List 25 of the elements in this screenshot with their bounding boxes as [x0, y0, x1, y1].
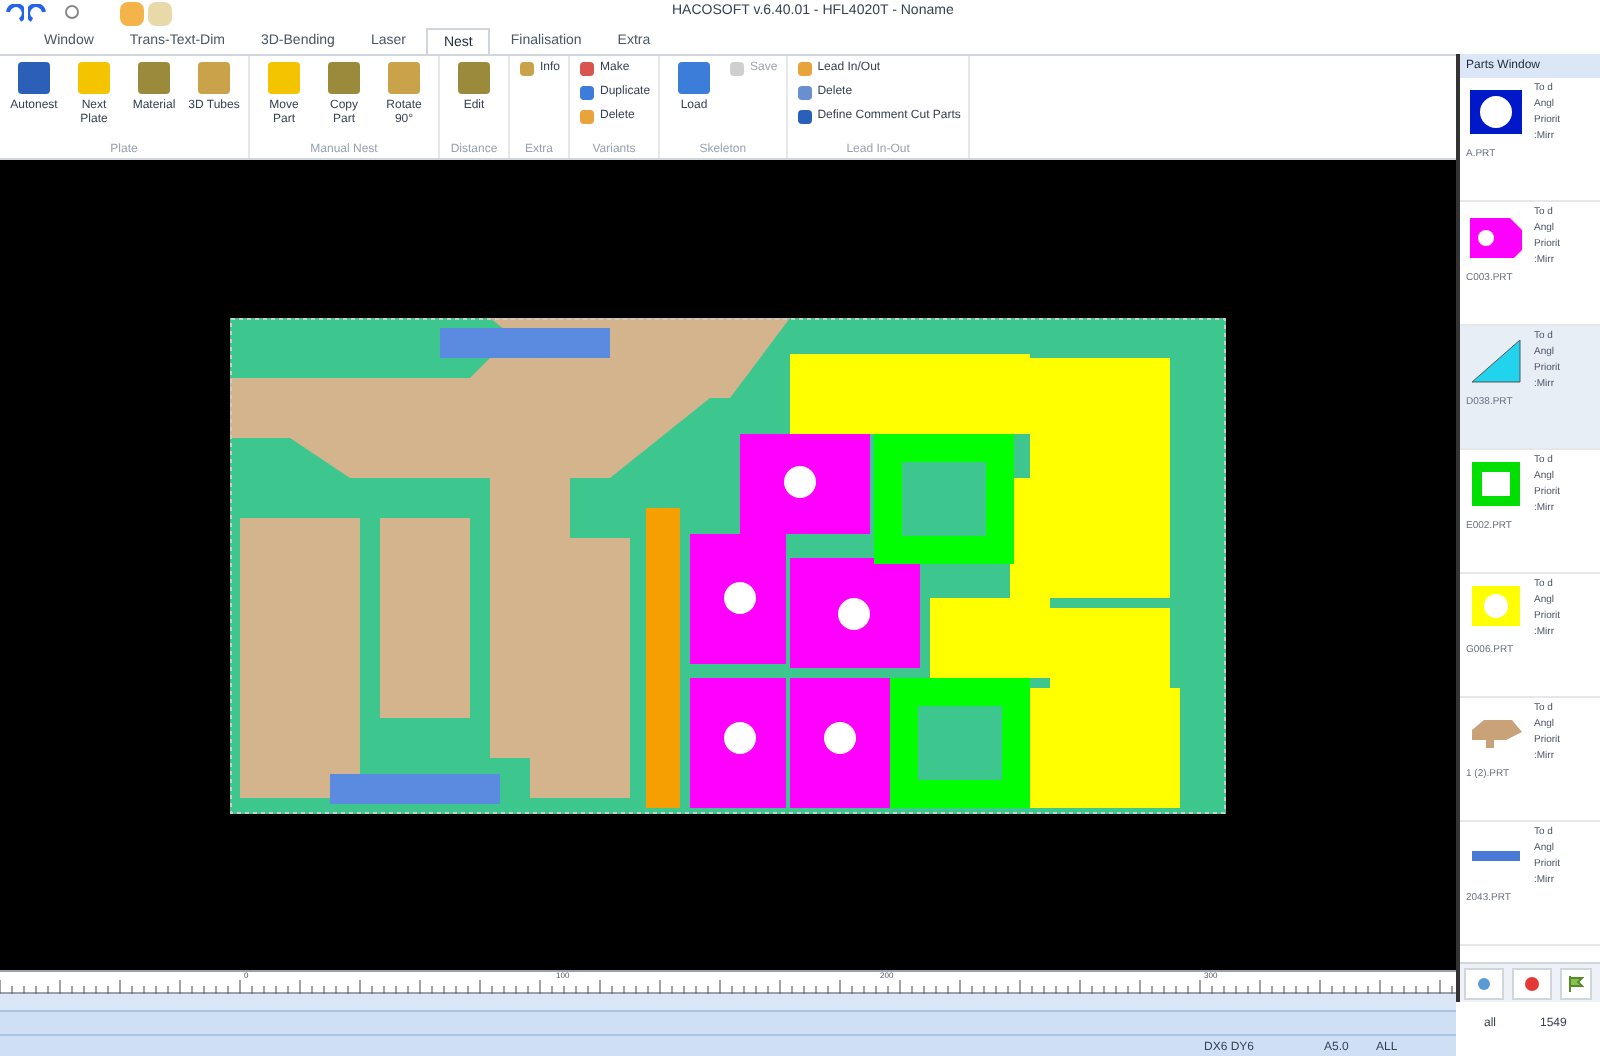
- toolbar-icon[interactable]: [120, 2, 144, 26]
- tool-icon: [728, 60, 747, 78]
- redo-icon[interactable]: [28, 4, 48, 24]
- tool-icon: [196, 60, 232, 96]
- tool-icon: [456, 60, 492, 96]
- tool-icon: [136, 60, 172, 96]
- flag-icon: [1568, 975, 1584, 991]
- part-thumbnail: [1466, 458, 1526, 510]
- cancel-icon: [1524, 975, 1540, 991]
- tool-icon: [16, 60, 52, 96]
- tool-icon: [76, 60, 112, 96]
- part-thumbnail: [1470, 850, 1522, 862]
- tool-icon: [386, 60, 422, 96]
- apply-button[interactable]: [1560, 967, 1592, 999]
- cancel-button[interactable]: [1512, 967, 1552, 999]
- undo-icon[interactable]: [4, 4, 24, 24]
- tool-icon: [266, 60, 302, 96]
- tool-icon: [326, 60, 362, 96]
- tool-icon: [676, 60, 713, 96]
- settings-icon: [1476, 975, 1492, 991]
- tool-icon: [518, 60, 536, 78]
- settings-button[interactable]: [1464, 967, 1504, 999]
- part-thumbnail: [1466, 86, 1526, 138]
- zoom-icon[interactable]: [64, 4, 84, 24]
- part-thumbnail: [1466, 334, 1526, 386]
